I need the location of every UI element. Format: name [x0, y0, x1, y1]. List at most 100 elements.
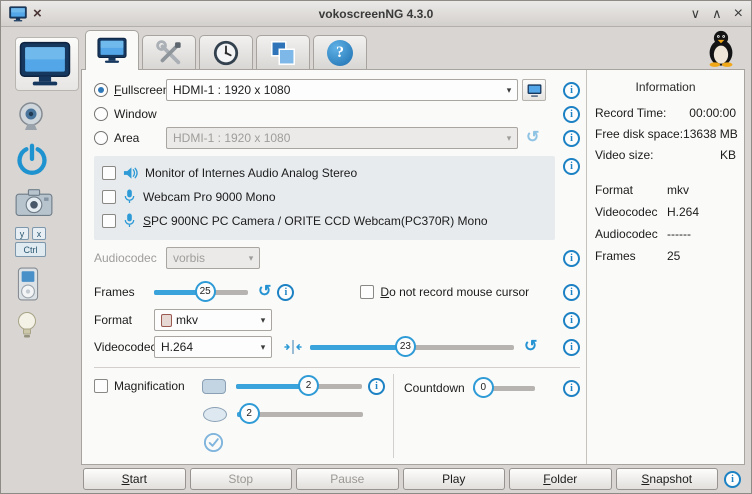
- audiocodec-select: vorbis: [166, 247, 260, 269]
- sidebar-item-record[interactable]: [15, 143, 75, 177]
- fullscreen-display-select[interactable]: HDMI-1 : 1920 x 1080: [166, 79, 518, 101]
- info-frames-label: Frames: [595, 249, 636, 263]
- format-label: Format: [94, 313, 133, 327]
- audio-device-checkbox[interactable]: [102, 165, 116, 180]
- sidebar-item-screen[interactable]: [15, 37, 79, 91]
- titlebar[interactable]: vokoscreenNG 4.3.0: [1, 1, 751, 27]
- power-icon: [15, 143, 49, 177]
- tools-icon: [155, 39, 183, 67]
- fullscreen-row: Fullscreen HDMI-1 : 1920 x 1080: [94, 78, 580, 102]
- magnifier-rect-shape[interactable]: [202, 378, 226, 394]
- magnification-row-2: 2: [203, 402, 385, 426]
- close-button[interactable]: [734, 6, 743, 22]
- key-y: y: [15, 227, 29, 240]
- magnification-width-thumb[interactable]: 2: [298, 375, 320, 396]
- countdown-slider-thumb[interactable]: 0: [472, 377, 494, 398]
- mouse-cursor-info-icon[interactable]: [563, 283, 580, 301]
- sidebar-item-camera[interactable]: [15, 187, 75, 217]
- format-info-icon[interactable]: [563, 311, 580, 329]
- audiocodec-row: Audiocodec vorbis: [94, 246, 580, 270]
- window-info-icon[interactable]: [563, 105, 580, 123]
- sidebar-item-magnifier[interactable]: y x Ctrl: [15, 227, 75, 257]
- info-format-label: Format: [595, 183, 634, 197]
- audio-info-icon[interactable]: [563, 158, 580, 175]
- info-format-value: mkv: [667, 183, 689, 197]
- fullscreen-display-value: HDMI-1 : 1920 x 1080: [173, 83, 291, 97]
- quality-reset-icon[interactable]: [524, 339, 537, 355]
- magnification-height-thumb[interactable]: 2: [238, 403, 260, 424]
- play-button[interactable]: Play: [402, 468, 505, 490]
- tab-timer[interactable]: [199, 35, 253, 69]
- snapshot-button[interactable]: Snapshot: [615, 468, 718, 490]
- magnification-checkbox[interactable]: [94, 379, 108, 393]
- audio-device-checkbox[interactable]: [102, 213, 116, 228]
- videocodec-value: H.264: [161, 340, 194, 354]
- mouse-cursor-option[interactable]: Do not record mouse cursor: [360, 285, 529, 299]
- frames-slider[interactable]: 25: [154, 281, 248, 303]
- info-frames-value: 25: [667, 249, 681, 263]
- minimize-button[interactable]: [691, 7, 701, 20]
- stop-button: Stop: [189, 468, 292, 490]
- folder-button[interactable]: Folder: [509, 468, 612, 490]
- bottom-group: Magnification 2 i 2 Countdown 0 i: [94, 367, 580, 458]
- magnification-height-slider[interactable]: 2: [237, 403, 363, 425]
- frames-reset-icon[interactable]: [258, 284, 271, 300]
- magnification-width-slider[interactable]: 2: [236, 375, 362, 397]
- disk-space-row: Free disk space: 13638 MB: [595, 127, 738, 141]
- area-display-select: HDMI-1 : 1920 x 1080: [166, 127, 518, 149]
- videocodec-info-icon[interactable]: [563, 338, 580, 356]
- titlebar-menu-close-icon[interactable]: [33, 6, 42, 21]
- tab-help[interactable]: ?: [313, 35, 367, 69]
- area-info-icon[interactable]: [563, 129, 580, 147]
- audio-device-list: Monitor of Internes Audio Analog Stereo: [94, 156, 555, 240]
- audio-device-checkbox[interactable]: [102, 189, 116, 204]
- video-size-value: KB: [719, 148, 736, 162]
- magnification-row-3: [203, 430, 385, 454]
- area-reset-icon[interactable]: [526, 130, 539, 146]
- sidebar-item-player[interactable]: [15, 267, 75, 301]
- chevron-down-icon: [255, 337, 271, 357]
- sidebar-item-webcam[interactable]: [15, 101, 75, 133]
- windows-icon: [269, 39, 297, 67]
- magnifier-ellipse-shape[interactable]: [203, 406, 227, 422]
- tab-windows[interactable]: [256, 35, 310, 69]
- audio-device-label: SPC 900NC PC Camera / ORITE CCD Webcam(P…: [143, 213, 488, 228]
- screen-picker-button[interactable]: [522, 79, 546, 101]
- radio-checked-icon: [94, 83, 108, 97]
- help-icon: ?: [327, 39, 353, 66]
- mkv-file-icon: [161, 313, 172, 327]
- videocodec-select[interactable]: H.264: [154, 336, 272, 358]
- maximize-button[interactable]: [712, 7, 722, 20]
- check-circle-icon[interactable]: [203, 432, 224, 453]
- window-radio[interactable]: Window: [94, 107, 166, 121]
- countdown-slider[interactable]: 0: [472, 377, 535, 399]
- quality-slider[interactable]: 23: [310, 336, 514, 358]
- audiocodec-info-icon[interactable]: [563, 249, 580, 267]
- start-button[interactable]: Start: [83, 468, 186, 490]
- info-audiocodec-row: Audiocodec ------: [595, 227, 736, 241]
- frames-slider-thumb[interactable]: 25: [194, 281, 216, 302]
- info-frames-row: Frames 25: [595, 249, 736, 263]
- app-window: vokoscreenNG 4.3.0 × ∨ ∧ × y x Ctrl ? Fu…: [0, 0, 752, 494]
- countdown-info-icon[interactable]: [563, 379, 580, 397]
- format-select[interactable]: mkv: [154, 309, 272, 331]
- audio-device-row[interactable]: Webcam Pro 9000 Mono: [102, 186, 547, 207]
- fullscreen-radio[interactable]: Fullscreen: [94, 83, 170, 97]
- fullscreen-label: Fullscreen: [114, 83, 170, 97]
- audio-device-row[interactable]: Monitor of Internes Audio Analog Stereo: [102, 162, 547, 183]
- tab-screen[interactable]: [85, 30, 139, 70]
- footer-info-icon[interactable]: [724, 470, 741, 488]
- quality-slider-thumb[interactable]: 23: [394, 336, 416, 357]
- sidebar: y x Ctrl: [1, 27, 81, 493]
- mouse-cursor-checkbox[interactable]: [360, 285, 375, 299]
- fullscreen-info-icon[interactable]: [563, 81, 580, 99]
- sidebar-item-help-light[interactable]: [15, 311, 75, 341]
- area-radio[interactable]: Area: [94, 131, 166, 145]
- audiocodec-label: Audiocodec: [94, 251, 157, 265]
- magnification-info-icon[interactable]: [368, 377, 385, 395]
- frames-info-icon[interactable]: [277, 283, 295, 301]
- audio-device-row[interactable]: SPC 900NC PC Camera / ORITE CCD Webcam(P…: [102, 210, 547, 231]
- tab-tools[interactable]: [142, 35, 196, 69]
- mouse-cursor-label: Do not record mouse cursor: [380, 285, 530, 299]
- record-time-value: 00:00:00: [689, 106, 736, 120]
